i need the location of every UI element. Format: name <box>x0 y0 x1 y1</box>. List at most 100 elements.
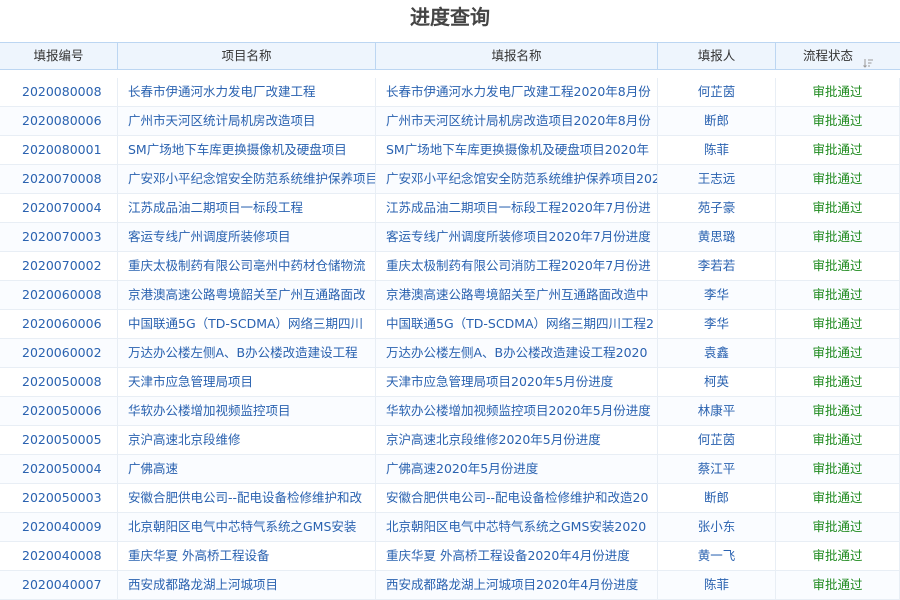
project-name-cell[interactable]: 江苏成品油二期项目一标段工程 <box>118 194 376 222</box>
report-id-cell[interactable]: 2020050008 <box>0 368 118 396</box>
project-name-cell[interactable]: 长春市伊通河水力发电厂改建工程 <box>118 78 376 106</box>
report-name-cell[interactable]: 中国联通5G（TD-SCDMA）网络三期四川工程2 <box>376 310 658 338</box>
reporter-cell: 李若若 <box>658 252 776 280</box>
status-cell: 审批通过 <box>776 368 900 396</box>
report-id-cell[interactable]: 2020050005 <box>0 426 118 454</box>
column-header-report-id[interactable]: 填报编号 <box>0 43 118 69</box>
report-id-cell[interactable]: 2020080006 <box>0 107 118 135</box>
table-row[interactable]: 2020060002 万达办公楼左侧A、B办公楼改造建设工程 万达办公楼左侧A、B办… <box>0 339 900 368</box>
project-name-cell[interactable]: 华软办公楼增加视频监控项目 <box>118 397 376 425</box>
report-id-cell[interactable]: 2020040008 <box>0 542 118 570</box>
report-name-cell[interactable]: 西安成都路龙湖上河城项目2020年4月份进度 <box>376 571 658 599</box>
report-id-cell[interactable]: 2020050004 <box>0 455 118 483</box>
table-row[interactable]: 2020060008 京港澳高速公路粤境韶关至广州互通路面改 京港澳高速公路粤境韶关… <box>0 281 900 310</box>
report-name-cell[interactable]: 重庆太极制药有限公司消防工程2020年7月份进 <box>376 252 658 280</box>
status-cell: 审批通过 <box>776 571 900 599</box>
table-row[interactable]: 2020080001 SM广场地下车库更换摄像机及硬盘项目 SM广场地下车库更换摄像… <box>0 136 900 165</box>
status-cell: 审批通过 <box>776 194 900 222</box>
report-name-cell[interactable]: 江苏成品油二期项目一标段工程2020年7月份进 <box>376 194 658 222</box>
table-row[interactable]: 2020080006 广州市天河区统计局机房改造项目 广州市天河区统计局机房改造项目… <box>0 107 900 136</box>
project-name-cell[interactable]: 广佛高速 <box>118 455 376 483</box>
table-row[interactable]: 2020040009 北京朝阳区电气中芯特气系统之GMS安装 北京朝阳区电气中芯特气… <box>0 513 900 542</box>
reporter-cell: 李华 <box>658 310 776 338</box>
table-row[interactable]: 2020050008 天津市应急管理局项目 天津市应急管理局项目2020年5月份进度… <box>0 368 900 397</box>
column-header-status[interactable]: 流程状态 <box>776 43 900 69</box>
project-name-cell[interactable]: 重庆太极制药有限公司亳州中药材仓储物流 <box>118 252 376 280</box>
report-id-cell[interactable]: 2020060008 <box>0 281 118 309</box>
table-row[interactable]: 2020040007 西安成都路龙湖上河城项目 西安成都路龙湖上河城项目2020年4… <box>0 571 900 600</box>
table-row[interactable]: 2020070002 重庆太极制药有限公司亳州中药材仓储物流 重庆太极制药有限公司消… <box>0 252 900 281</box>
report-name-cell[interactable]: 客运专线广州调度所装修项目2020年7月份进度 <box>376 223 658 251</box>
report-id-cell[interactable]: 2020070008 <box>0 165 118 193</box>
project-name-cell[interactable]: 重庆华夏 外高桥工程设备 <box>118 542 376 570</box>
report-id-cell[interactable]: 2020050006 <box>0 397 118 425</box>
report-id-cell[interactable]: 2020050003 <box>0 484 118 512</box>
progress-table: 填报编号 项目名称 填报名称 填报人 流程状态 2020080008 长春市伊通河… <box>0 42 900 600</box>
project-name-cell[interactable]: 中国联通5G（TD-SCDMA）网络三期四川 <box>118 310 376 338</box>
status-cell: 审批通过 <box>776 107 900 135</box>
status-cell: 审批通过 <box>776 484 900 512</box>
report-name-cell[interactable]: 广州市天河区统计局机房改造项目2020年8月份 <box>376 107 658 135</box>
report-name-cell[interactable]: 京港澳高速公路粤境韶关至广州互通路面改造中 <box>376 281 658 309</box>
report-name-cell[interactable]: SM广场地下车库更换摄像机及硬盘项目2020年 <box>376 136 658 164</box>
report-name-cell[interactable]: 广佛高速2020年5月份进度 <box>376 455 658 483</box>
table-row[interactable]: 2020070004 江苏成品油二期项目一标段工程 江苏成品油二期项目一标段工程20… <box>0 194 900 223</box>
column-header-label: 项目名称 <box>221 48 272 63</box>
report-name-cell[interactable]: 安徽合肥供电公司--配电设备检修维护和改造20 <box>376 484 658 512</box>
report-id-cell[interactable]: 2020070004 <box>0 194 118 222</box>
report-name-cell[interactable]: 华软办公楼增加视频监控项目2020年5月份进度 <box>376 397 658 425</box>
report-id-cell[interactable]: 2020060002 <box>0 339 118 367</box>
page-title: 进度查询 <box>410 5 490 29</box>
status-cell: 审批通过 <box>776 310 900 338</box>
report-id-cell[interactable]: 2020080008 <box>0 78 118 106</box>
status-cell: 审批通过 <box>776 78 900 106</box>
project-name-cell[interactable]: 万达办公楼左侧A、B办公楼改造建设工程 <box>118 339 376 367</box>
table-row[interactable]: 2020080008 长春市伊通河水力发电厂改建工程 长春市伊通河水力发电厂改建工程… <box>0 78 900 107</box>
report-id-cell[interactable]: 2020080001 <box>0 136 118 164</box>
project-name-cell[interactable]: 安徽合肥供电公司--配电设备检修维护和改 <box>118 484 376 512</box>
project-name-cell[interactable]: 北京朝阳区电气中芯特气系统之GMS安装 <box>118 513 376 541</box>
report-name-cell[interactable]: 京沪高速北京段维修2020年5月份进度 <box>376 426 658 454</box>
reporter-cell: 袁鑫 <box>658 339 776 367</box>
reporter-cell: 何芷茵 <box>658 78 776 106</box>
table-row[interactable]: 2020050003 安徽合肥供电公司--配电设备检修维护和改 安徽合肥供电公司--… <box>0 484 900 513</box>
reporter-cell: 黄思璐 <box>658 223 776 251</box>
reporter-cell: 张小东 <box>658 513 776 541</box>
sort-icon[interactable] <box>863 51 873 68</box>
column-header-label: 填报编号 <box>33 48 84 63</box>
project-name-cell[interactable]: 广州市天河区统计局机房改造项目 <box>118 107 376 135</box>
report-name-cell[interactable]: 长春市伊通河水力发电厂改建工程2020年8月份 <box>376 78 658 106</box>
table-row[interactable]: 2020050006 华软办公楼增加视频监控项目 华软办公楼增加视频监控项目2020… <box>0 397 900 426</box>
report-name-cell[interactable]: 万达办公楼左侧A、B办公楼改造建设工程2020 <box>376 339 658 367</box>
reporter-cell: 黄一飞 <box>658 542 776 570</box>
project-name-cell[interactable]: 西安成都路龙湖上河城项目 <box>118 571 376 599</box>
report-id-cell[interactable]: 2020040007 <box>0 571 118 599</box>
project-name-cell[interactable]: 客运专线广州调度所装修项目 <box>118 223 376 251</box>
column-header-report-name[interactable]: 填报名称 <box>376 43 658 69</box>
report-name-cell[interactable]: 广安邓小平纪念馆安全防范系统维护保养项目2020 <box>376 165 658 193</box>
table-row[interactable]: 2020040008 重庆华夏 外高桥工程设备 重庆华夏 外高桥工程设备2020年4… <box>0 542 900 571</box>
status-cell: 审批通过 <box>776 223 900 251</box>
project-name-cell[interactable]: SM广场地下车库更换摄像机及硬盘项目 <box>118 136 376 164</box>
project-name-cell[interactable]: 天津市应急管理局项目 <box>118 368 376 396</box>
report-id-cell[interactable]: 2020070003 <box>0 223 118 251</box>
report-name-cell[interactable]: 重庆华夏 外高桥工程设备2020年4月份进度 <box>376 542 658 570</box>
status-cell: 审批通过 <box>776 165 900 193</box>
table-row[interactable]: 2020050005 京沪高速北京段维修 京沪高速北京段维修2020年5月份进度 何芷… <box>0 426 900 455</box>
report-id-cell[interactable]: 2020060006 <box>0 310 118 338</box>
report-id-cell[interactable]: 2020040009 <box>0 513 118 541</box>
project-name-cell[interactable]: 京沪高速北京段维修 <box>118 426 376 454</box>
column-header-project-name[interactable]: 项目名称 <box>118 43 376 69</box>
table-row[interactable]: 2020060006 中国联通5G（TD-SCDMA）网络三期四川 中国联通5G（T… <box>0 310 900 339</box>
report-name-cell[interactable]: 北京朝阳区电气中芯特气系统之GMS安装2020 <box>376 513 658 541</box>
table-row[interactable]: 2020070008 广安邓小平纪念馆安全防范系统维护保养项目 广安邓小平纪念馆安全… <box>0 165 900 194</box>
project-name-cell[interactable]: 京港澳高速公路粤境韶关至广州互通路面改 <box>118 281 376 309</box>
reporter-cell: 李华 <box>658 281 776 309</box>
table-row[interactable]: 2020050004 广佛高速 广佛高速2020年5月份进度 蔡江平 审批通过 <box>0 455 900 484</box>
reporter-cell: 林康平 <box>658 397 776 425</box>
report-name-cell[interactable]: 天津市应急管理局项目2020年5月份进度 <box>376 368 658 396</box>
column-header-reporter[interactable]: 填报人 <box>658 43 776 69</box>
project-name-cell[interactable]: 广安邓小平纪念馆安全防范系统维护保养项目 <box>118 165 376 193</box>
table-row[interactable]: 2020070003 客运专线广州调度所装修项目 客运专线广州调度所装修项目2020… <box>0 223 900 252</box>
report-id-cell[interactable]: 2020070002 <box>0 252 118 280</box>
